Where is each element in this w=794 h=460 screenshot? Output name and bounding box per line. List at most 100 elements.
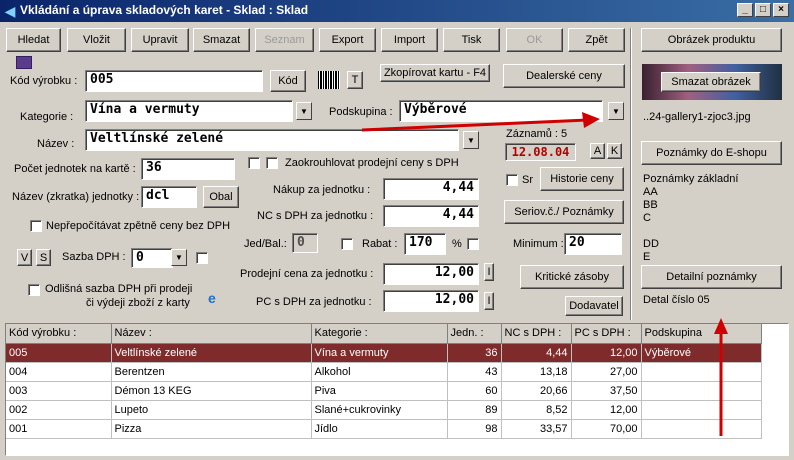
ie-icon[interactable]: e bbox=[208, 291, 224, 305]
col-podskupina[interactable]: Podskupina bbox=[641, 324, 762, 344]
cell: 98 bbox=[447, 419, 502, 439]
podskupina-label: Podskupina : bbox=[329, 106, 393, 118]
obal-button[interactable]: Obal bbox=[203, 186, 239, 208]
table-row[interactable]: 005 Veltlínské zelené Vína a vermuty 36 … bbox=[6, 343, 762, 363]
sr-label: Sr bbox=[522, 174, 533, 186]
k-button[interactable]: K bbox=[607, 143, 622, 159]
prodejni-input[interactable]: 12,00 bbox=[383, 263, 479, 285]
cell: Vína a vermuty bbox=[311, 343, 448, 363]
products-table: Kód výrobku : Název : Kategorie : Jedn. … bbox=[5, 323, 789, 456]
table-row[interactable]: 002 Lupeto Slané+cukrovinky 89 8,52 12,0… bbox=[6, 400, 762, 420]
kriticke-button[interactable]: Kritické zásoby bbox=[520, 265, 624, 289]
a-button[interactable]: A bbox=[590, 143, 605, 159]
cell: 003 bbox=[6, 381, 112, 401]
sr-checkbox[interactable] bbox=[506, 174, 518, 186]
col-kod[interactable]: Kód výrobku : bbox=[6, 324, 112, 344]
pocet-input[interactable]: 36 bbox=[141, 158, 235, 180]
poznamky-eshop-button[interactable]: Poznámky do E-shopu bbox=[641, 141, 782, 165]
col-nc[interactable]: NC s DPH : bbox=[501, 324, 572, 344]
podskupina-dropdown-icon[interactable]: ▼ bbox=[608, 102, 624, 120]
calendar-icon[interactable] bbox=[16, 56, 32, 69]
v-button[interactable]: V bbox=[17, 249, 32, 266]
note-line: E bbox=[643, 251, 651, 263]
percent-checkbox[interactable] bbox=[467, 238, 479, 250]
cell bbox=[641, 419, 762, 439]
sazba-dropdown-icon[interactable]: ▼ bbox=[171, 249, 187, 266]
jedbal-label: Jed/Bal.: bbox=[244, 238, 287, 250]
barcode-icon[interactable] bbox=[318, 71, 340, 89]
export-button[interactable]: Export bbox=[319, 28, 376, 52]
kod-button[interactable]: Kód bbox=[270, 70, 306, 92]
cell: Veltlínské zelené bbox=[111, 343, 312, 363]
maximize-button[interactable]: □ bbox=[755, 3, 771, 17]
rabat-label: Rabat : bbox=[362, 238, 398, 250]
cell bbox=[641, 381, 762, 401]
upravit-button[interactable]: Upravit bbox=[131, 28, 189, 52]
table-row[interactable]: 004 Berentzen Alkohol 43 13,18 27,00 bbox=[6, 362, 762, 382]
jednotka-label: Název (zkratka) jednotky : bbox=[12, 191, 140, 203]
cell: 12,00 bbox=[571, 400, 642, 420]
prodejni-label: Prodejní cena za jednotku : bbox=[240, 268, 374, 280]
col-nazev[interactable]: Název : bbox=[111, 324, 312, 344]
col-pc[interactable]: PC s DPH : bbox=[571, 324, 642, 344]
dealer-prices-button[interactable]: Dealerské ceny bbox=[503, 64, 625, 88]
nazev-label: Název : bbox=[37, 138, 75, 150]
vlozit-button[interactable]: Vložit bbox=[67, 28, 126, 52]
rabat-input[interactable]: 170 bbox=[404, 233, 446, 255]
serio-button[interactable]: Seriov.č./ Poznámky bbox=[504, 200, 624, 224]
nc-input[interactable]: 4,44 bbox=[383, 205, 479, 227]
nazev-dropdown-icon[interactable]: ▼ bbox=[463, 131, 479, 149]
obrazek-button[interactable]: Obrázek produktu bbox=[641, 28, 782, 52]
table-row[interactable]: 001 Pizza Jídlo 98 33,57 70,00 bbox=[6, 419, 762, 439]
podskupina-select[interactable]: Výběrové bbox=[399, 100, 603, 122]
nazev-input[interactable]: Veltlínské zelené bbox=[85, 129, 459, 151]
jednotka-input[interactable]: dcl bbox=[141, 186, 197, 208]
cell: 27,00 bbox=[571, 362, 642, 382]
kategorie-dropdown-icon[interactable]: ▼ bbox=[296, 102, 312, 120]
window-title: Vkládání a úprava skladových karet - Skl… bbox=[20, 3, 309, 17]
cell bbox=[641, 362, 762, 382]
kod-input[interactable]: 005 bbox=[85, 70, 263, 92]
jedbal-input[interactable]: 0 bbox=[292, 233, 318, 253]
rabat-checkbox[interactable] bbox=[341, 238, 353, 250]
hledat-button[interactable]: Hledat bbox=[6, 28, 61, 52]
smazat-button[interactable]: Smazat bbox=[193, 28, 250, 52]
smazat-obrazek-button[interactable]: Smazat obrázek bbox=[661, 72, 761, 92]
close-button[interactable]: × bbox=[773, 3, 789, 17]
cell: 36 bbox=[447, 343, 502, 363]
kategorie-select[interactable]: Vína a vermuty bbox=[85, 100, 293, 122]
cell: 001 bbox=[6, 419, 112, 439]
zpet-button[interactable]: Zpět bbox=[568, 28, 625, 52]
historie-button[interactable]: Historie ceny bbox=[540, 167, 624, 191]
col-jedn[interactable]: Jedn. : bbox=[447, 324, 502, 344]
cell: Jídlo bbox=[311, 419, 448, 439]
barcode-t-button[interactable]: T bbox=[347, 71, 363, 89]
note-line: AA bbox=[643, 186, 658, 198]
zaokr-checkbox-2[interactable] bbox=[266, 157, 278, 169]
pc-input[interactable]: 12,00 bbox=[383, 290, 479, 312]
seznam-button[interactable]: Seznam bbox=[255, 28, 314, 52]
neprepo-checkbox[interactable] bbox=[30, 220, 42, 232]
zaokr-checkbox-1[interactable] bbox=[248, 157, 260, 169]
dodavatel-button[interactable]: Dodavatel bbox=[565, 296, 623, 316]
nakup-input[interactable]: 4,44 bbox=[383, 178, 479, 200]
odlisna-checkbox[interactable] bbox=[28, 284, 40, 296]
table-row[interactable]: 003 Démon 13 KEG Piva 60 20,66 37,50 bbox=[6, 381, 762, 401]
s-button[interactable]: S bbox=[36, 249, 51, 266]
tisk-button[interactable]: Tisk bbox=[443, 28, 500, 52]
minimum-input[interactable]: 20 bbox=[564, 233, 622, 255]
sazba-checkbox[interactable] bbox=[196, 252, 208, 264]
note-line: C bbox=[643, 212, 651, 224]
prodejni-i-button[interactable]: I bbox=[484, 263, 494, 281]
import-button[interactable]: Import bbox=[381, 28, 438, 52]
ok-button[interactable]: OK bbox=[506, 28, 563, 52]
pc-i-button[interactable]: I bbox=[484, 292, 494, 310]
app-icon: ◀ bbox=[4, 3, 16, 19]
copy-card-button[interactable]: Zkopírovat kartu - F4 bbox=[380, 64, 490, 82]
vertical-divider bbox=[630, 28, 632, 320]
date-field: 12.08.04 bbox=[505, 143, 576, 161]
detailni-button[interactable]: Detailní poznámky bbox=[641, 265, 782, 289]
minimize-button[interactable]: _ bbox=[737, 3, 753, 17]
col-kategorie[interactable]: Kategorie : bbox=[311, 324, 448, 344]
sazba-select[interactable]: 0 bbox=[131, 248, 173, 268]
